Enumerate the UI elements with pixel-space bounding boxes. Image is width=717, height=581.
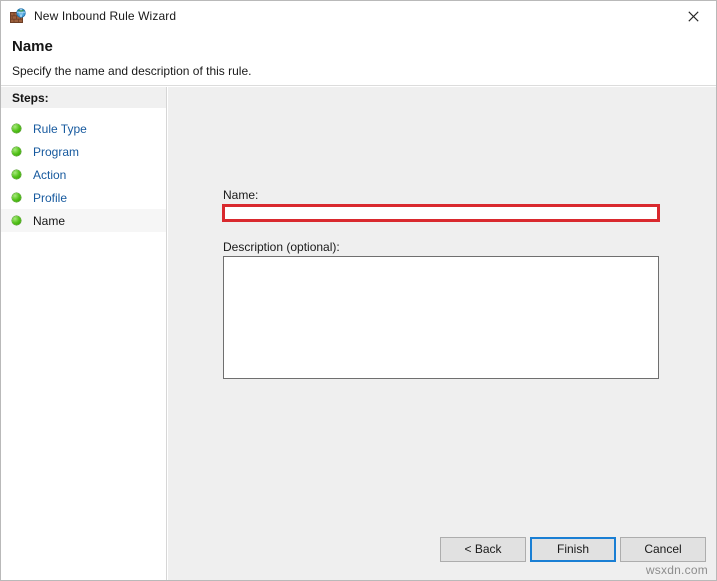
wizard-header: Name Specify the name and description of… (1, 31, 716, 86)
name-input[interactable] (225, 207, 657, 219)
new-inbound-rule-wizard-window: New Inbound Rule Wizard Name Specify the… (0, 0, 717, 581)
sidebar-item-label: Profile (33, 191, 67, 205)
close-button[interactable] (670, 1, 716, 31)
sidebar-item-label: Rule Type (33, 122, 87, 136)
step-complete-bullet-icon (12, 124, 21, 133)
step-current-bullet-icon (12, 216, 21, 225)
watermark-text: wsxdn.com (646, 563, 708, 577)
sidebar-item-program[interactable]: Program (1, 140, 166, 163)
step-complete-bullet-icon (12, 147, 21, 156)
window-title: New Inbound Rule Wizard (34, 9, 176, 23)
steps-header-label: Steps: (12, 91, 49, 105)
finish-button[interactable]: Finish (530, 537, 616, 562)
title-bar: New Inbound Rule Wizard (1, 1, 716, 31)
page-title: Name (12, 38, 53, 55)
back-button[interactable]: < Back (440, 537, 526, 562)
step-complete-bullet-icon (12, 193, 21, 202)
sidebar-item-label: Program (33, 145, 79, 159)
description-field-label: Description (optional): (223, 240, 340, 254)
sidebar-item-action[interactable]: Action (1, 163, 166, 186)
sidebar-item-label: Action (33, 168, 66, 182)
main-content-pane: Name: Description (optional): < Back Fin… (168, 87, 716, 580)
steps-sidebar: Steps: Rule Type Program Action Profile … (1, 87, 167, 580)
sidebar-item-profile[interactable]: Profile (1, 186, 166, 209)
name-input-highlight-annotation (222, 204, 660, 222)
sidebar-item-label: Name (33, 214, 65, 228)
sidebar-item-name[interactable]: Name (1, 209, 166, 232)
dialog-button-row: < Back Finish Cancel (168, 537, 716, 563)
steps-header: Steps: (1, 87, 166, 108)
cancel-button[interactable]: Cancel (620, 537, 706, 562)
description-input[interactable] (223, 256, 659, 379)
firewall-globe-icon (10, 8, 26, 24)
step-complete-bullet-icon (12, 170, 21, 179)
page-subtitle: Specify the name and description of this… (12, 64, 251, 78)
sidebar-item-rule-type[interactable]: Rule Type (1, 117, 166, 140)
name-field-label: Name: (223, 188, 258, 202)
